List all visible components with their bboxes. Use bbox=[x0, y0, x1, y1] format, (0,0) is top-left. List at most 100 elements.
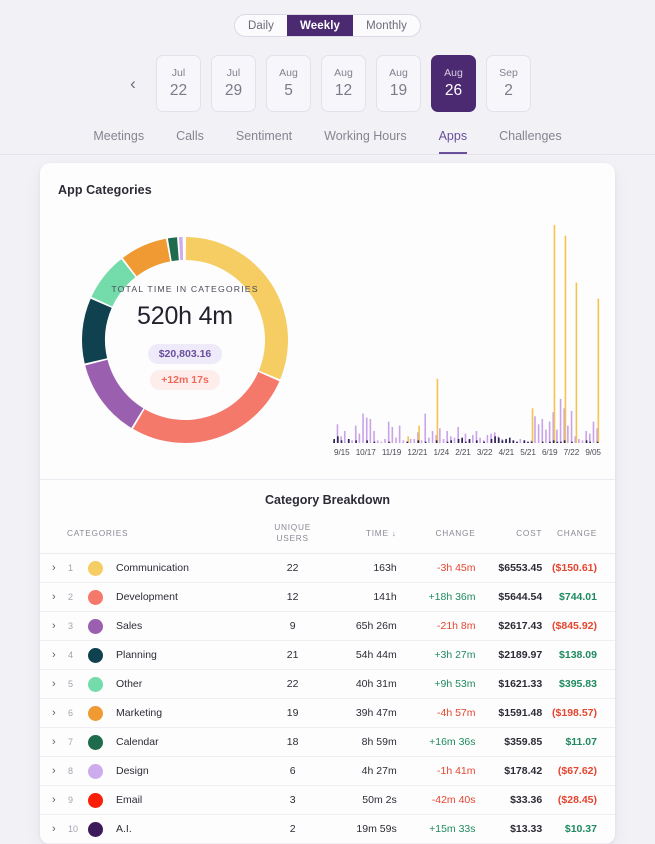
timeline-bar[interactable] bbox=[501, 440, 504, 443]
column-header-categories[interactable]: CATEGORIES bbox=[40, 518, 257, 554]
timeline-bar[interactable] bbox=[457, 438, 460, 443]
timeline-bar[interactable] bbox=[523, 440, 526, 443]
week-pill-aug-19[interactable]: Aug 19 bbox=[376, 55, 421, 112]
timeline-bar[interactable] bbox=[435, 440, 438, 443]
timeline-bar[interactable] bbox=[450, 440, 453, 443]
timeline-bar[interactable] bbox=[464, 433, 467, 443]
timeline-bar[interactable] bbox=[483, 441, 485, 443]
timeline-bar[interactable] bbox=[436, 378, 439, 443]
table-row[interactable]: › 3 Sales 9 65h 26m -21h 8m $2617.43 ($845.92) bbox=[40, 612, 615, 641]
period-toggle-weekly[interactable]: Weekly bbox=[287, 15, 354, 36]
table-row[interactable]: › 9 Email 3 50m 2s -42m 40s $33.36 ($28.45) bbox=[40, 786, 615, 815]
timeline-bar[interactable] bbox=[337, 436, 339, 443]
timeline-bar[interactable] bbox=[545, 429, 547, 443]
table-row[interactable]: › 1 Communication 22 163h -3h 45m $6553.45 ($15… bbox=[40, 554, 615, 583]
donut-slice-planning[interactable] bbox=[81, 298, 112, 364]
timeline-bar[interactable] bbox=[541, 418, 544, 443]
expand-row-chevron-icon[interactable]: › bbox=[52, 678, 68, 690]
timeline-bar[interactable] bbox=[508, 437, 511, 443]
timeline-bar[interactable] bbox=[424, 441, 427, 443]
week-pill-sep-2[interactable]: Sep 2 bbox=[486, 55, 531, 112]
timeline-bar[interactable] bbox=[388, 441, 390, 443]
timeline-bar[interactable] bbox=[596, 441, 599, 443]
week-pill-aug-26[interactable]: Aug 26 bbox=[431, 55, 476, 112]
timeline-bar[interactable] bbox=[428, 437, 430, 443]
timeline-bar[interactable] bbox=[384, 438, 386, 443]
tab-sentiment[interactable]: Sentiment bbox=[236, 129, 292, 154]
table-row[interactable]: › 7 Calendar 18 8h 59m +16m 36s $359.85 $11.07 bbox=[40, 728, 615, 757]
timeline-bar[interactable] bbox=[494, 436, 496, 443]
donut-slice-other[interactable] bbox=[91, 259, 136, 307]
timeline-bar[interactable] bbox=[530, 441, 533, 443]
column-header-time[interactable]: TIME ↓ bbox=[328, 518, 397, 554]
timeline-bar[interactable] bbox=[333, 438, 335, 443]
timeline-bar[interactable] bbox=[355, 440, 357, 443]
tab-meetings[interactable]: Meetings bbox=[93, 129, 144, 154]
timeline-bar[interactable] bbox=[567, 425, 569, 443]
donut-slice-sales[interactable] bbox=[85, 359, 144, 428]
timeline-bar[interactable] bbox=[468, 438, 471, 443]
expand-row-chevron-icon[interactable]: › bbox=[52, 765, 68, 777]
tab-working-hours[interactable]: Working Hours bbox=[324, 129, 406, 154]
timeline-bar[interactable] bbox=[548, 421, 551, 443]
timeline-bar[interactable] bbox=[552, 440, 555, 443]
timeline-bar[interactable] bbox=[402, 440, 405, 443]
timeline-bar[interactable] bbox=[376, 440, 379, 443]
expand-row-chevron-icon[interactable]: › bbox=[52, 707, 68, 719]
timeline-bar[interactable] bbox=[549, 441, 551, 443]
timeline-bar[interactable] bbox=[365, 417, 368, 443]
timeline-bar[interactable] bbox=[348, 438, 350, 443]
timeline-bar[interactable] bbox=[597, 298, 600, 443]
donut-slice-calendar[interactable] bbox=[167, 237, 179, 262]
timeline-bar[interactable] bbox=[395, 437, 397, 443]
timeline-bar[interactable] bbox=[442, 438, 445, 443]
timeline-bar[interactable] bbox=[570, 410, 573, 443]
expand-row-chevron-icon[interactable]: › bbox=[52, 649, 68, 661]
timeline-bar[interactable] bbox=[490, 438, 493, 443]
donut-slice-development[interactable] bbox=[133, 372, 280, 443]
timeline-bar[interactable] bbox=[340, 440, 343, 443]
period-toggle-daily[interactable]: Daily bbox=[235, 15, 287, 36]
timeline-bar[interactable] bbox=[369, 418, 372, 443]
tab-challenges[interactable]: Challenges bbox=[499, 129, 562, 154]
tab-calls[interactable]: Calls bbox=[176, 129, 204, 154]
column-header-unique-users[interactable]: UNIQUE USERS bbox=[257, 518, 328, 554]
donut-slice-communication[interactable] bbox=[185, 237, 289, 380]
timeline-bar[interactable] bbox=[373, 430, 375, 443]
timeline-bar[interactable] bbox=[556, 429, 558, 443]
timeline-bar[interactable] bbox=[424, 413, 427, 443]
timeline-bar[interactable] bbox=[351, 440, 353, 443]
timeline-bar[interactable] bbox=[373, 441, 376, 443]
timeline-bar[interactable] bbox=[366, 440, 368, 443]
timeline-bar[interactable] bbox=[465, 441, 467, 443]
timeline-bar[interactable] bbox=[479, 437, 481, 443]
table-row[interactable]: › 10 A.I. 2 19m 59s +15m 33s $13.33 $10.37 bbox=[40, 815, 615, 844]
timeline-bar[interactable] bbox=[589, 433, 591, 443]
timeline-bar[interactable] bbox=[585, 440, 588, 443]
table-row[interactable]: › 8 Design 6 4h 27m -1h 41m $178.42 ($67.62) bbox=[40, 757, 615, 786]
period-toggle[interactable]: Daily Weekly Monthly bbox=[233, 14, 422, 37]
timeline-bar[interactable] bbox=[553, 225, 556, 443]
timeline-bar[interactable] bbox=[380, 441, 383, 443]
expand-row-chevron-icon[interactable]: › bbox=[52, 736, 68, 748]
timeline-bar[interactable] bbox=[446, 430, 448, 443]
timeline-bar[interactable] bbox=[512, 440, 515, 443]
expand-row-chevron-icon[interactable]: › bbox=[52, 591, 68, 603]
timeline-bar[interactable] bbox=[461, 437, 464, 443]
donut-slice-design[interactable] bbox=[179, 237, 184, 261]
timeline-bar[interactable] bbox=[406, 441, 409, 443]
timeline-bar[interactable] bbox=[505, 438, 507, 443]
tab-apps[interactable]: Apps bbox=[438, 129, 468, 154]
timeline-bar[interactable] bbox=[398, 425, 401, 443]
table-row[interactable]: › 6 Marketing 19 39h 47m -4h 57m $1591.48 ($198… bbox=[40, 699, 615, 728]
timeline-bar[interactable] bbox=[446, 441, 449, 443]
timeline-bar[interactable] bbox=[563, 440, 566, 443]
timeline-bar[interactable] bbox=[534, 416, 536, 443]
period-toggle-monthly[interactable]: Monthly bbox=[353, 15, 420, 36]
timeline-bar[interactable] bbox=[564, 235, 567, 443]
week-pill-aug-5[interactable]: Aug 5 bbox=[266, 55, 311, 112]
timeline-bar[interactable] bbox=[486, 434, 489, 443]
timeline-bar[interactable] bbox=[589, 441, 592, 443]
expand-row-chevron-icon[interactable]: › bbox=[52, 562, 68, 574]
chevron-left-icon[interactable]: ‹ bbox=[124, 72, 142, 96]
